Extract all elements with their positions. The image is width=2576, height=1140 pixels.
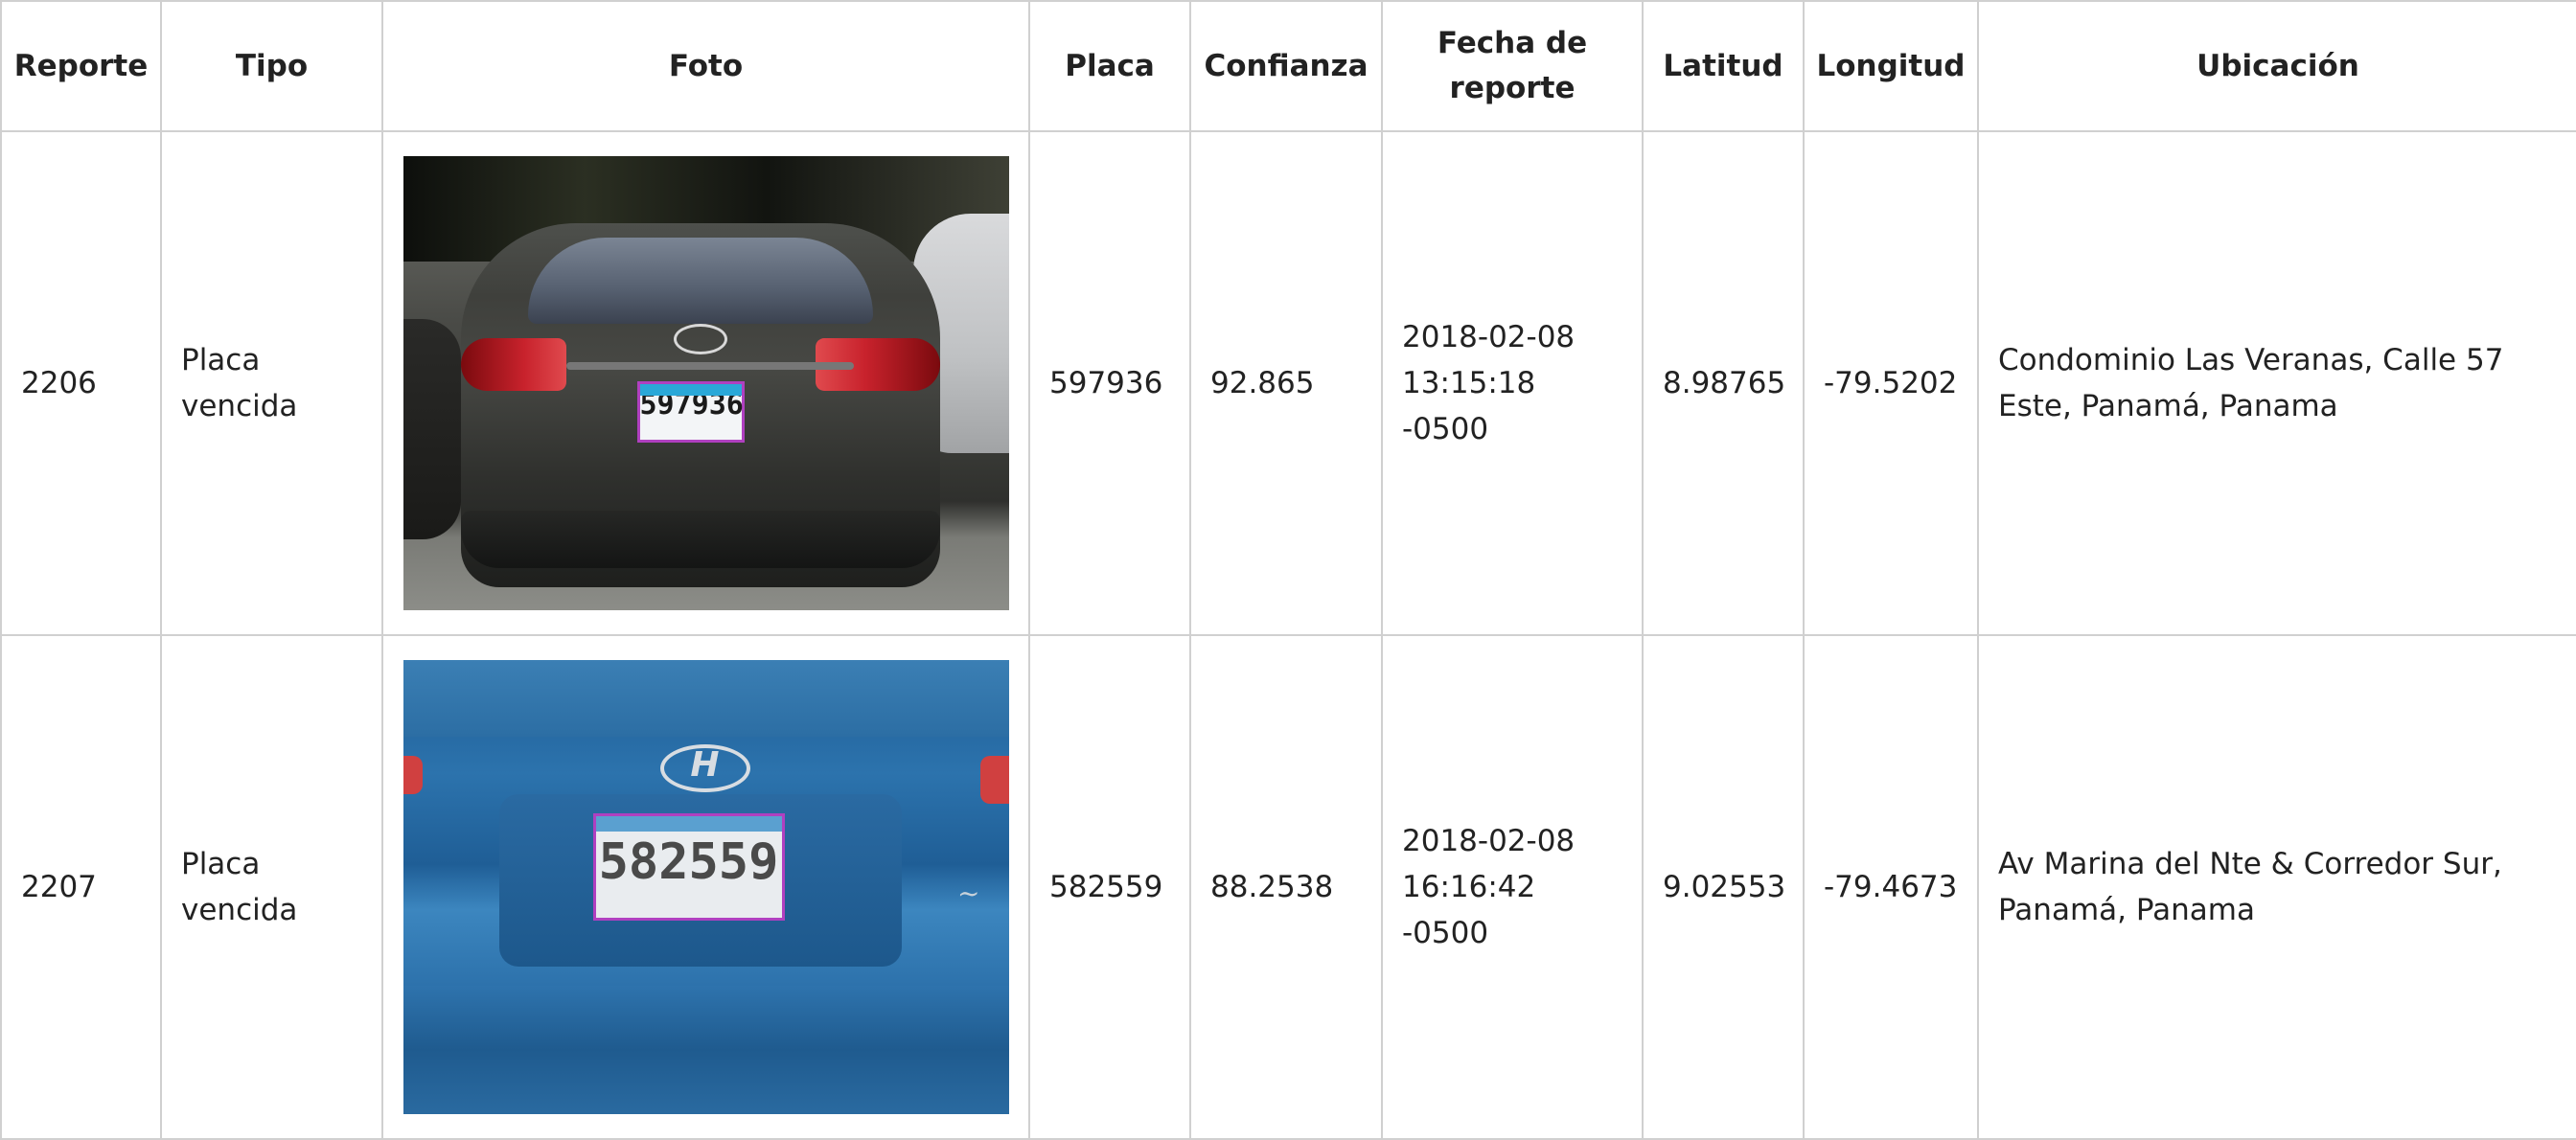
- table-row[interactable]: 2206 Placa vencida 597936 597936 92.865 …: [0, 130, 2576, 636]
- car-logo-icon: [673, 324, 727, 354]
- photo-license-plate: 597936: [636, 381, 745, 443]
- cell-latitud: 9.02553: [1642, 634, 1805, 1140]
- cell-reporte: 2206: [0, 130, 162, 636]
- cell-foto: 597936: [381, 130, 1030, 636]
- cell-foto: ~ 582559: [381, 634, 1030, 1140]
- header-longitud[interactable]: Longitud: [1803, 0, 1979, 132]
- cell-ubicacion: Condominio Las Veranas, Calle 57 Este, P…: [1977, 130, 2576, 636]
- cell-confianza: 92.865: [1189, 130, 1383, 636]
- photo-rear-window: [527, 238, 873, 324]
- table-header-row: Reporte Tipo Foto Placa Confianza Fecha …: [0, 0, 2576, 132]
- photo-taillight-left: [460, 338, 566, 391]
- header-ubicacion[interactable]: Ubicación: [1977, 0, 2576, 132]
- cell-ubicacion: Av Marina del Nte & Corredor Sur, Panamá…: [1977, 634, 2576, 1140]
- photo-adjacent-car-left: [402, 319, 461, 539]
- photo-taillight-right: [979, 756, 1009, 804]
- reports-table: Reporte Tipo Foto Placa Confianza Fecha …: [0, 0, 2576, 1140]
- car-logo-icon: [659, 742, 750, 792]
- header-confianza[interactable]: Confianza: [1189, 0, 1383, 132]
- photo-bumper: [460, 511, 940, 568]
- cell-tipo: Placa vencida: [160, 634, 383, 1140]
- header-reporte[interactable]: Reporte: [0, 0, 162, 132]
- photo-trunk-trim: [565, 362, 854, 370]
- header-fecha[interactable]: Fecha de reporte: [1381, 0, 1644, 132]
- header-tipo[interactable]: Tipo: [160, 0, 383, 132]
- cell-longitud: -79.5202: [1803, 130, 1979, 636]
- header-latitud[interactable]: Latitud: [1642, 0, 1805, 132]
- vehicle-photo[interactable]: 597936: [402, 156, 1009, 610]
- cell-placa: 582559: [1028, 634, 1191, 1140]
- car-model-badge-icon: ~: [957, 878, 980, 909]
- header-placa[interactable]: Placa: [1028, 0, 1191, 132]
- photo-taillight-left: [402, 756, 423, 794]
- photo-bumper: [402, 986, 1009, 1114]
- cell-reporte: 2207: [0, 634, 162, 1140]
- photo-car-roof: [402, 660, 1009, 737]
- vehicle-photo[interactable]: ~ 582559: [402, 660, 1009, 1114]
- cell-confianza: 88.2538: [1189, 634, 1383, 1140]
- cell-tipo: Placa vencida: [160, 130, 383, 636]
- cell-fecha: 2018-02-08 16:16:42 -0500: [1381, 634, 1644, 1140]
- photo-license-plate: 582559: [592, 813, 785, 921]
- cell-latitud: 8.98765: [1642, 130, 1805, 636]
- cell-placa: 597936: [1028, 130, 1191, 636]
- table-row[interactable]: 2207 Placa vencida ~ 582559 582559 88.25…: [0, 634, 2576, 1140]
- cell-longitud: -79.4673: [1803, 634, 1979, 1140]
- header-foto[interactable]: Foto: [381, 0, 1030, 132]
- cell-fecha: 2018-02-08 13:15:18 -0500: [1381, 130, 1644, 636]
